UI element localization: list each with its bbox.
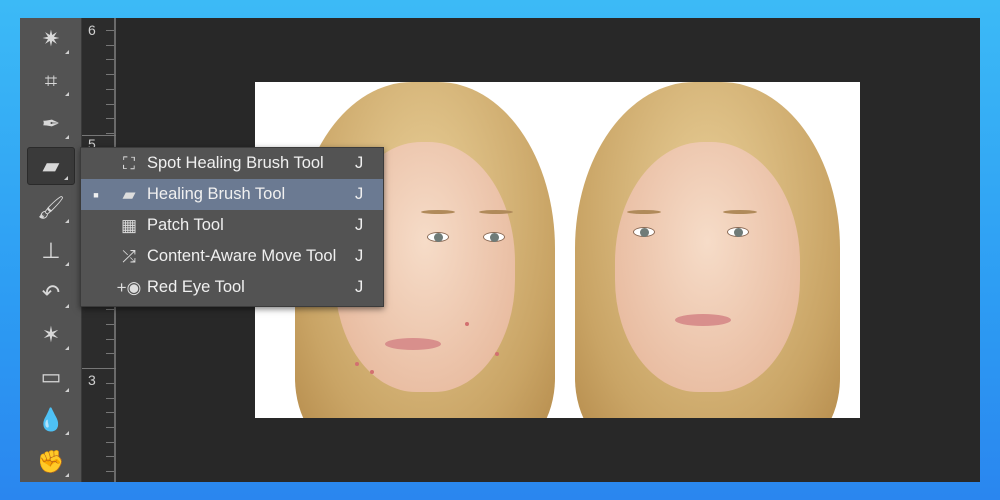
ruler-tick xyxy=(106,74,114,76)
dodge-icon: ✊ xyxy=(37,449,65,474)
ruler-tick xyxy=(106,309,114,311)
ruler-tick xyxy=(106,397,114,399)
clone-stamp-icon: ⊥ xyxy=(41,237,61,263)
menu-item-label: Patch Tool xyxy=(147,216,224,234)
menu-item-label: Content-Aware Move Tool xyxy=(147,247,337,265)
red-eye-icon: +◉ xyxy=(116,277,142,297)
eyedropper-tool-button[interactable]: ✒ xyxy=(27,105,75,143)
ruler-tick xyxy=(106,441,114,443)
brow xyxy=(723,210,757,214)
eye xyxy=(633,227,655,237)
ruler-tick xyxy=(106,118,114,120)
eraser-icon: ✶ xyxy=(41,322,61,348)
ruler-tick xyxy=(106,88,114,90)
ruler-major-tick xyxy=(82,368,116,369)
shortcut-key: J xyxy=(355,154,364,172)
ruler-major-tick xyxy=(82,135,116,136)
menu-item-label: Spot Healing Brush Tool xyxy=(147,154,324,172)
menu-item-label: Red Eye Tool xyxy=(147,278,245,296)
magic-wand-icon: ✷ xyxy=(41,26,61,51)
healing-brush-tool-button[interactable]: ▰ xyxy=(27,146,75,185)
blur-icon: 💧 xyxy=(37,406,65,432)
menu-item-content-aware-move-tool[interactable]: ⤮ Content-Aware Move Tool J xyxy=(81,241,383,272)
content-aware-move-icon: ⤮ xyxy=(122,246,136,266)
crop-tool-button[interactable]: ⌗ xyxy=(27,62,75,100)
selected-marker: ■ xyxy=(93,189,99,200)
ruler-label: 6 xyxy=(88,22,96,38)
crop-icon: ⌗ xyxy=(44,68,58,94)
ruler-tick xyxy=(106,324,114,325)
lips xyxy=(675,314,731,326)
ruler-tick xyxy=(106,103,114,105)
brow xyxy=(421,210,455,214)
brush-icon: 🖌 xyxy=(37,195,65,221)
ruler-tick xyxy=(106,456,114,458)
magic-wand-tool-button[interactable]: ✷ xyxy=(27,20,75,58)
gradient-icon: ▭ xyxy=(40,364,62,390)
menu-item-label: Healing Brush Tool xyxy=(147,185,286,203)
spot-healing-brush-icon: ⛶ xyxy=(123,153,135,173)
lips xyxy=(385,338,441,350)
face-after xyxy=(615,142,800,392)
gradient-tool-button[interactable]: ▭ xyxy=(27,358,75,396)
healing-brush-icon: ▰ xyxy=(42,152,60,178)
acne-spot xyxy=(370,370,374,374)
healing-tools-flyout-menu: ⛶ Spot Healing Brush Tool J ■ ▰ Healing Brush… xyxy=(80,147,384,307)
tools-panel: ✷ ⌗ ✒ ▰ 🖌 ⊥ ↶ ✶ ▭ 💧 ✊ xyxy=(20,18,82,482)
history-brush-icon: ↶ xyxy=(41,279,61,305)
brow xyxy=(627,210,661,214)
menu-item-red-eye-tool[interactable]: +◉ Red Eye Tool J xyxy=(81,272,383,303)
menu-item-healing-brush-tool[interactable]: ■ ▰ Healing Brush Tool J xyxy=(81,179,383,210)
shortcut-key: J xyxy=(355,278,364,296)
dodge-tool-button[interactable]: ✊ xyxy=(27,443,75,481)
eye xyxy=(427,232,449,242)
shortcut-key: J xyxy=(355,247,364,265)
brush-tool-button[interactable]: 🖌 xyxy=(27,189,75,227)
shortcut-key: J xyxy=(355,185,364,203)
ruler-label: 3 xyxy=(88,372,96,388)
acne-spot xyxy=(495,352,499,356)
blur-tool-button[interactable]: 💧 xyxy=(27,401,75,439)
eye xyxy=(483,232,505,242)
history-brush-tool-button[interactable]: ↶ xyxy=(27,274,75,312)
shortcut-key: J xyxy=(355,216,364,234)
eye xyxy=(727,227,749,237)
ruler-tick xyxy=(106,30,114,31)
menu-item-patch-tool[interactable]: ▦ Patch Tool J xyxy=(81,210,383,241)
patch-icon: ▦ xyxy=(120,215,138,235)
ruler-tick xyxy=(106,44,114,46)
ruler-tick xyxy=(106,471,114,472)
healing-brush-icon: ▰ xyxy=(122,184,136,204)
ruler-tick xyxy=(106,338,114,340)
ruler-tick xyxy=(106,412,114,414)
menu-item-spot-healing-brush-tool[interactable]: ⛶ Spot Healing Brush Tool J xyxy=(81,148,383,179)
eraser-tool-button[interactable]: ✶ xyxy=(27,316,75,354)
eyedropper-icon: ✒ xyxy=(41,110,61,136)
ruler-tick xyxy=(106,132,114,134)
clone-stamp-tool-button[interactable]: ⊥ xyxy=(27,232,75,270)
brow xyxy=(479,210,513,214)
ruler-tick xyxy=(106,59,114,61)
ruler-tick xyxy=(106,426,114,428)
ruler-tick xyxy=(106,382,114,384)
acne-spot xyxy=(355,362,359,366)
acne-spot xyxy=(465,322,469,326)
ruler-tick xyxy=(106,353,114,355)
